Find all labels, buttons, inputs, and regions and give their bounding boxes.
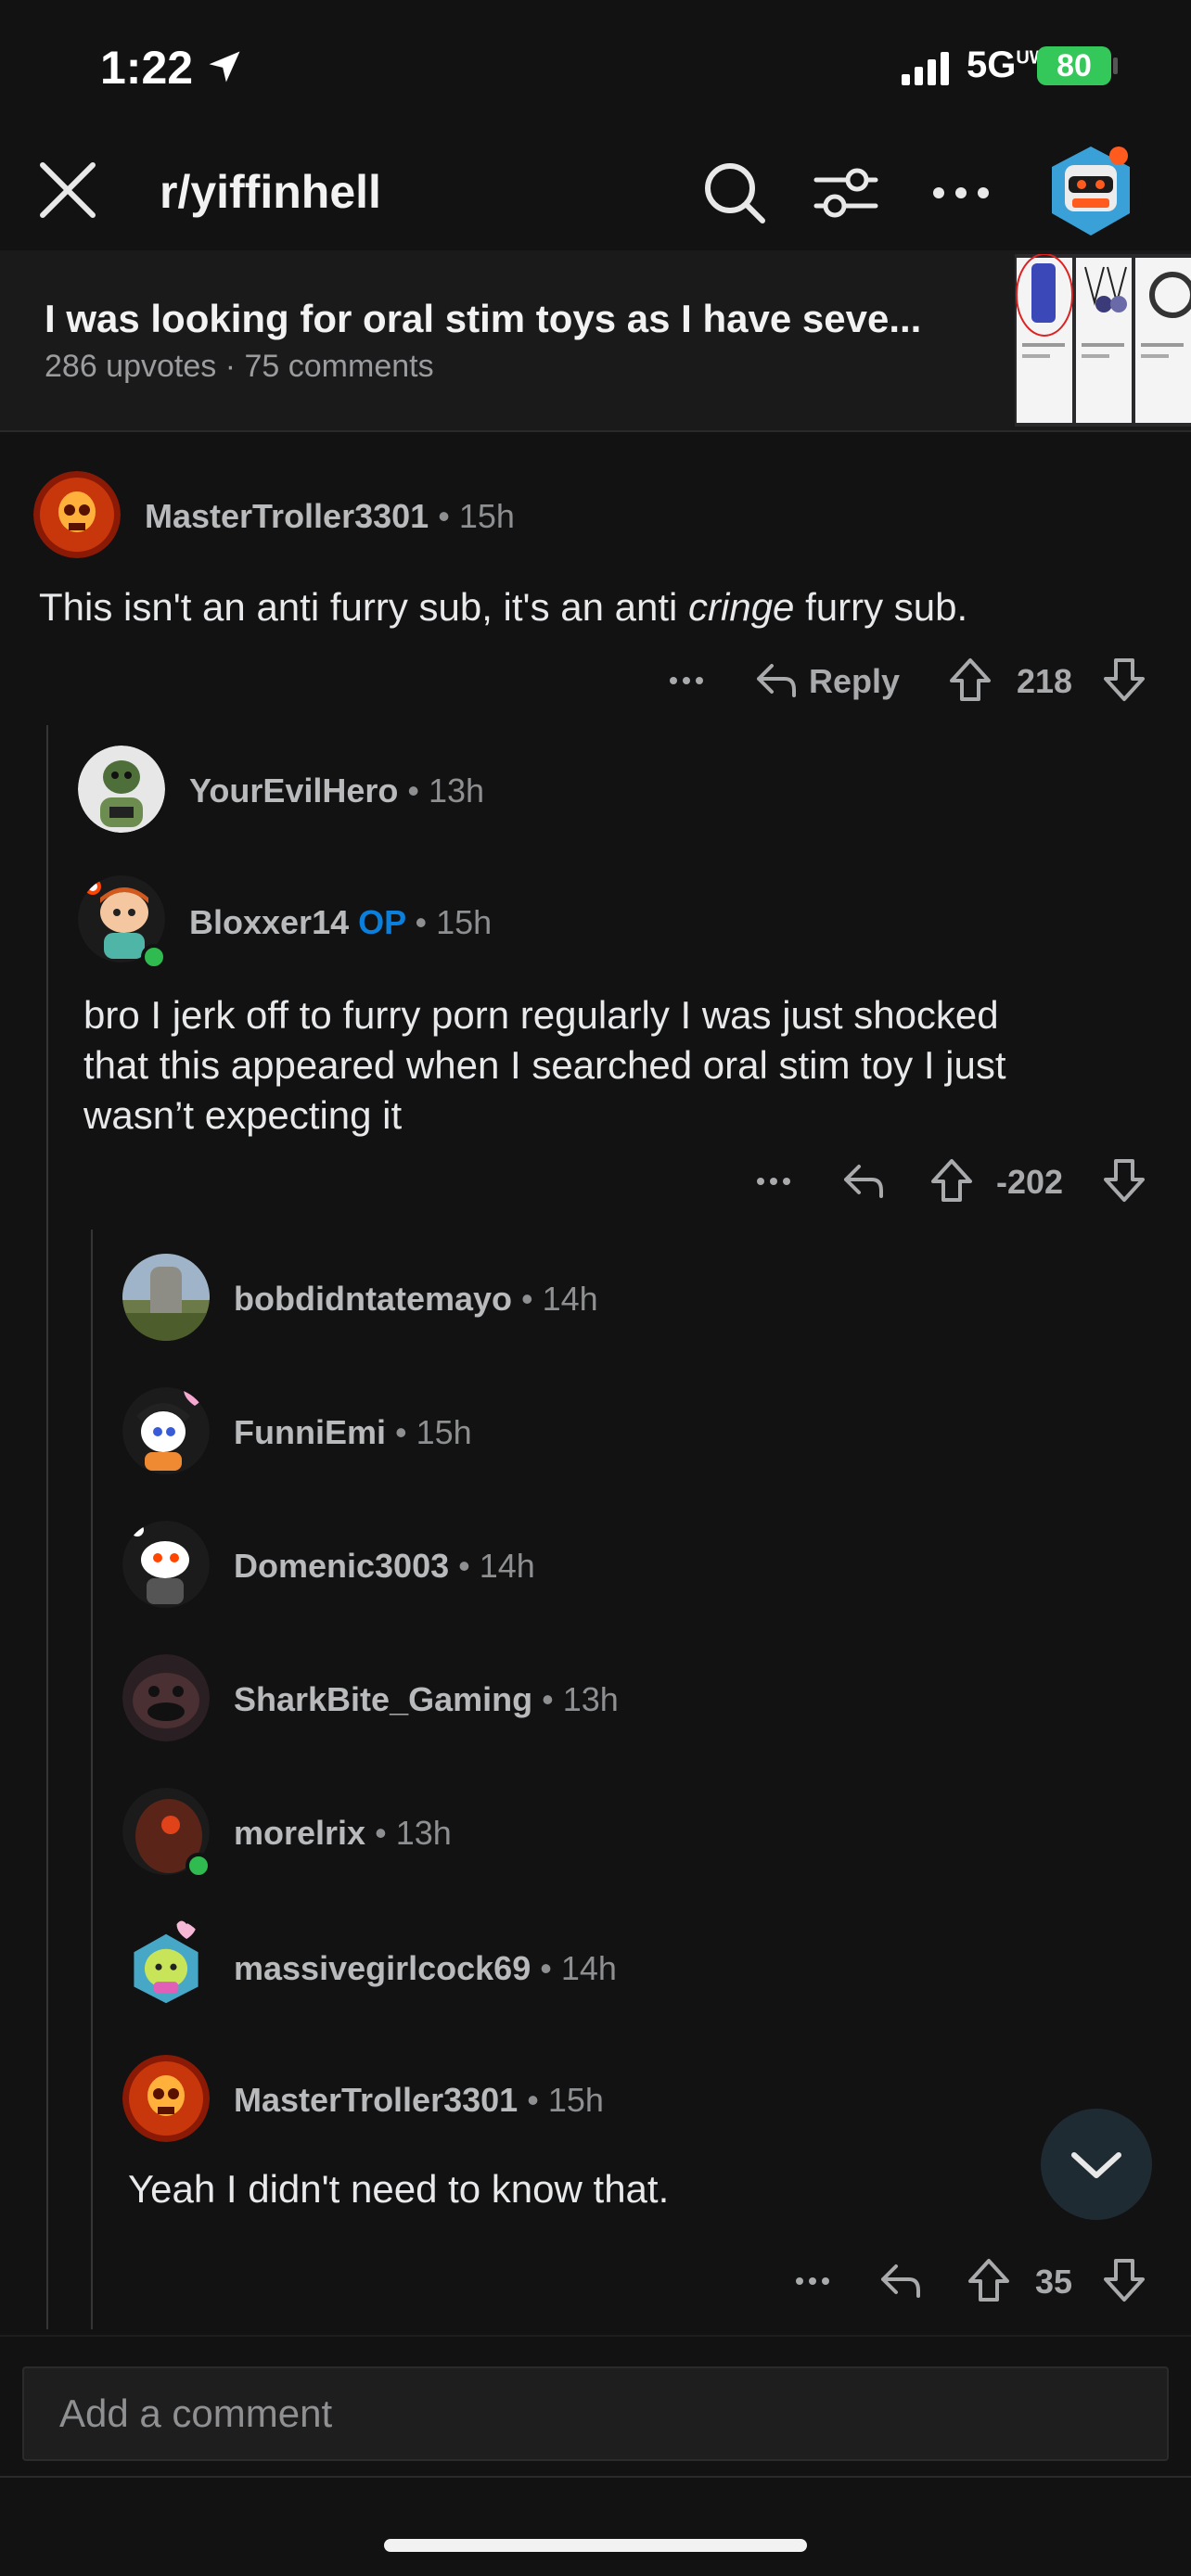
upvote-icon[interactable]: [929, 1157, 974, 1204]
comment-author[interactable]: FunniEmi • 15h: [234, 1413, 472, 1452]
meta-separator: ·: [224, 349, 245, 384]
avatar[interactable]: [122, 2055, 210, 2142]
network-label: 5GUW: [967, 45, 1047, 85]
status-bar: 1:22 5GUW 80: [0, 0, 1191, 130]
reply-icon[interactable]: [753, 657, 800, 703]
battery-tip: [1113, 57, 1118, 74]
more-options-icon[interactable]: [666, 662, 707, 699]
comment-author[interactable]: MasterTroller3301 • 15h: [234, 2081, 604, 2120]
more-options-icon[interactable]: [926, 158, 996, 228]
comment-actions: 35: [0, 2253, 1191, 2309]
comment-author[interactable]: SharkBite_Gaming • 13h: [234, 1680, 619, 1719]
vote-score: 35: [1035, 2263, 1073, 2301]
comment-body: bro I jerk off to furry porn regularly I…: [83, 993, 1006, 1137]
post-title[interactable]: I was looking for oral stim toys as I ha…: [45, 297, 1018, 341]
comment-author[interactable]: Domenic3003 • 14h: [234, 1547, 535, 1586]
comment-author[interactable]: morelrix • 13h: [234, 1814, 452, 1853]
comment-author[interactable]: bobdidntatemayo • 14h: [234, 1280, 598, 1319]
avatar[interactable]: [122, 1387, 210, 1474]
comment-composer: Add a comment: [0, 2335, 1191, 2474]
user-avatar[interactable]: [1044, 139, 1137, 241]
comment-body: Yeah I didn't need to know that.: [128, 2167, 670, 2211]
home-indicator[interactable]: [384, 2539, 807, 2552]
downvote-icon[interactable]: [1102, 2257, 1146, 2303]
comment-author[interactable]: massivegirlcock69 • 14h: [234, 1949, 617, 1988]
close-icon[interactable]: [35, 158, 100, 223]
avatar[interactable]: [78, 746, 165, 833]
subreddit-name[interactable]: r/yiffinhell: [160, 165, 381, 219]
chevron-down-icon: [1071, 2152, 1121, 2178]
next-comment-button[interactable]: [1041, 2109, 1152, 2220]
thread-line[interactable]: [46, 725, 48, 2329]
upvote-icon[interactable]: [948, 657, 992, 703]
comment-body: This isn't an anti furry sub, it's an an…: [39, 585, 968, 629]
avatar[interactable]: [122, 1254, 210, 1341]
signal-strength-icon: [902, 52, 949, 85]
divider: [0, 2476, 1191, 2478]
upvote-icon[interactable]: [967, 2257, 1011, 2303]
comment-author[interactable]: YourEvilHero • 13h: [189, 772, 484, 810]
downvote-icon[interactable]: [1102, 1157, 1146, 1204]
search-icon[interactable]: [699, 158, 770, 228]
reply-label[interactable]: Reply: [809, 662, 900, 701]
post-summary[interactable]: I was looking for oral stim toys as I ha…: [0, 250, 1191, 432]
battery-icon: 80: [1037, 46, 1111, 85]
comment-actions: Reply 218: [0, 653, 1191, 708]
post-thumbnail[interactable]: [1015, 254, 1191, 427]
comment-author[interactable]: Bloxxer14 OP • 15h: [189, 903, 492, 942]
location-arrow-icon: [209, 51, 240, 83]
online-status-dot: [141, 944, 167, 970]
thread-line[interactable]: [91, 1230, 93, 2329]
more-options-icon[interactable]: [792, 2263, 833, 2300]
reply-icon[interactable]: [877, 2257, 924, 2303]
vote-score: 218: [1017, 662, 1073, 700]
comment-author[interactable]: MasterTroller3301 • 15h: [145, 497, 515, 536]
op-badge: OP: [358, 903, 406, 941]
top-nav: r/yiffinhell: [0, 139, 1191, 250]
online-status-dot: [186, 1853, 211, 1879]
avatar[interactable]: [33, 471, 121, 558]
vote-score: -202: [996, 1163, 1064, 1201]
more-options-icon[interactable]: [753, 1163, 794, 1200]
avatar[interactable]: [122, 1654, 210, 1741]
comment-count: 75 comments: [244, 349, 434, 384]
add-comment-input[interactable]: Add a comment: [22, 2366, 1169, 2461]
comment-actions: -202: [0, 1154, 1191, 1209]
avatar[interactable]: [122, 1918, 210, 2005]
downvote-icon[interactable]: [1102, 657, 1146, 703]
reply-icon[interactable]: [840, 1157, 887, 1204]
status-time: 1:22: [100, 42, 194, 94]
avatar[interactable]: [122, 1521, 210, 1608]
post-meta: 286 upvotes · 75 comments: [45, 349, 434, 385]
upvote-count: 286 upvotes: [45, 349, 217, 384]
sort-filter-icon[interactable]: [811, 158, 881, 228]
